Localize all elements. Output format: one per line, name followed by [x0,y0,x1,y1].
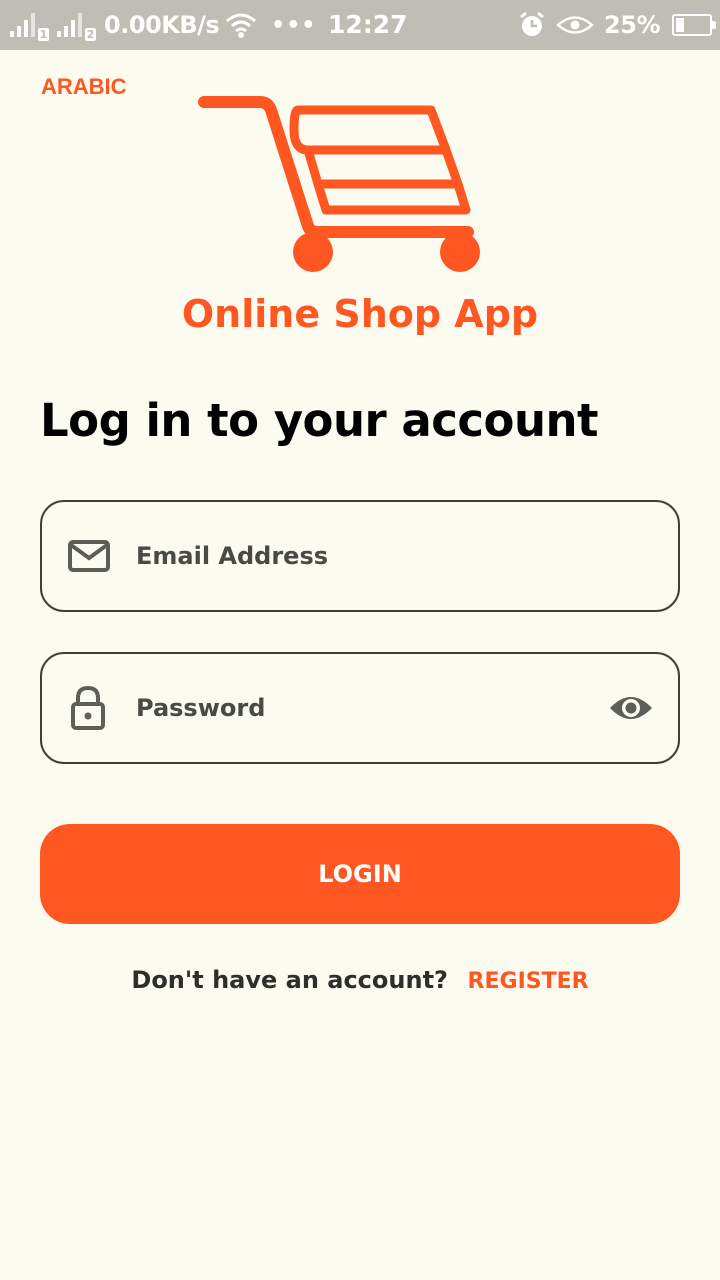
wifi-icon [226,13,257,38]
language-switch-link[interactable]: ARABIC [41,74,127,100]
app-name: Online Shop App [181,292,539,336]
status-time: 12:27 [328,10,408,39]
sim-2-badge: 2 [85,28,96,41]
status-bar-left: 1 2 0.00KB/s ••• [10,0,316,50]
network-speed: 0.00KB/s [104,11,220,39]
status-bar: 1 2 0.00KB/s ••• 12:27 25% [0,0,720,50]
status-bar-right: 25% [518,0,716,50]
email-field[interactable] [40,500,680,612]
register-prompt: Don't have an account? [131,966,448,994]
email-input[interactable] [136,502,596,610]
sim-1-badge: 1 [38,28,49,41]
shopping-cart-icon [198,96,480,272]
password-input[interactable] [136,654,596,762]
mail-icon [68,540,110,572]
alarm-icon [520,11,544,36]
register-link[interactable]: REGISTER [468,969,589,994]
password-field[interactable] [40,652,680,764]
battery-icon [672,14,716,36]
eye-icon[interactable] [608,692,654,724]
register-row: Don't have an account? REGISTER [0,966,720,994]
battery-percentage: 25% [604,11,660,39]
eye-comfort-icon [556,16,594,34]
lock-icon [71,685,105,730]
login-button[interactable]: LOGIN [40,824,680,924]
more-notifications-icon: ••• [271,12,317,38]
signal-icon: 1 [10,13,49,41]
signal-icon: 2 [57,13,96,41]
page-title: Log in to your account [40,394,599,447]
